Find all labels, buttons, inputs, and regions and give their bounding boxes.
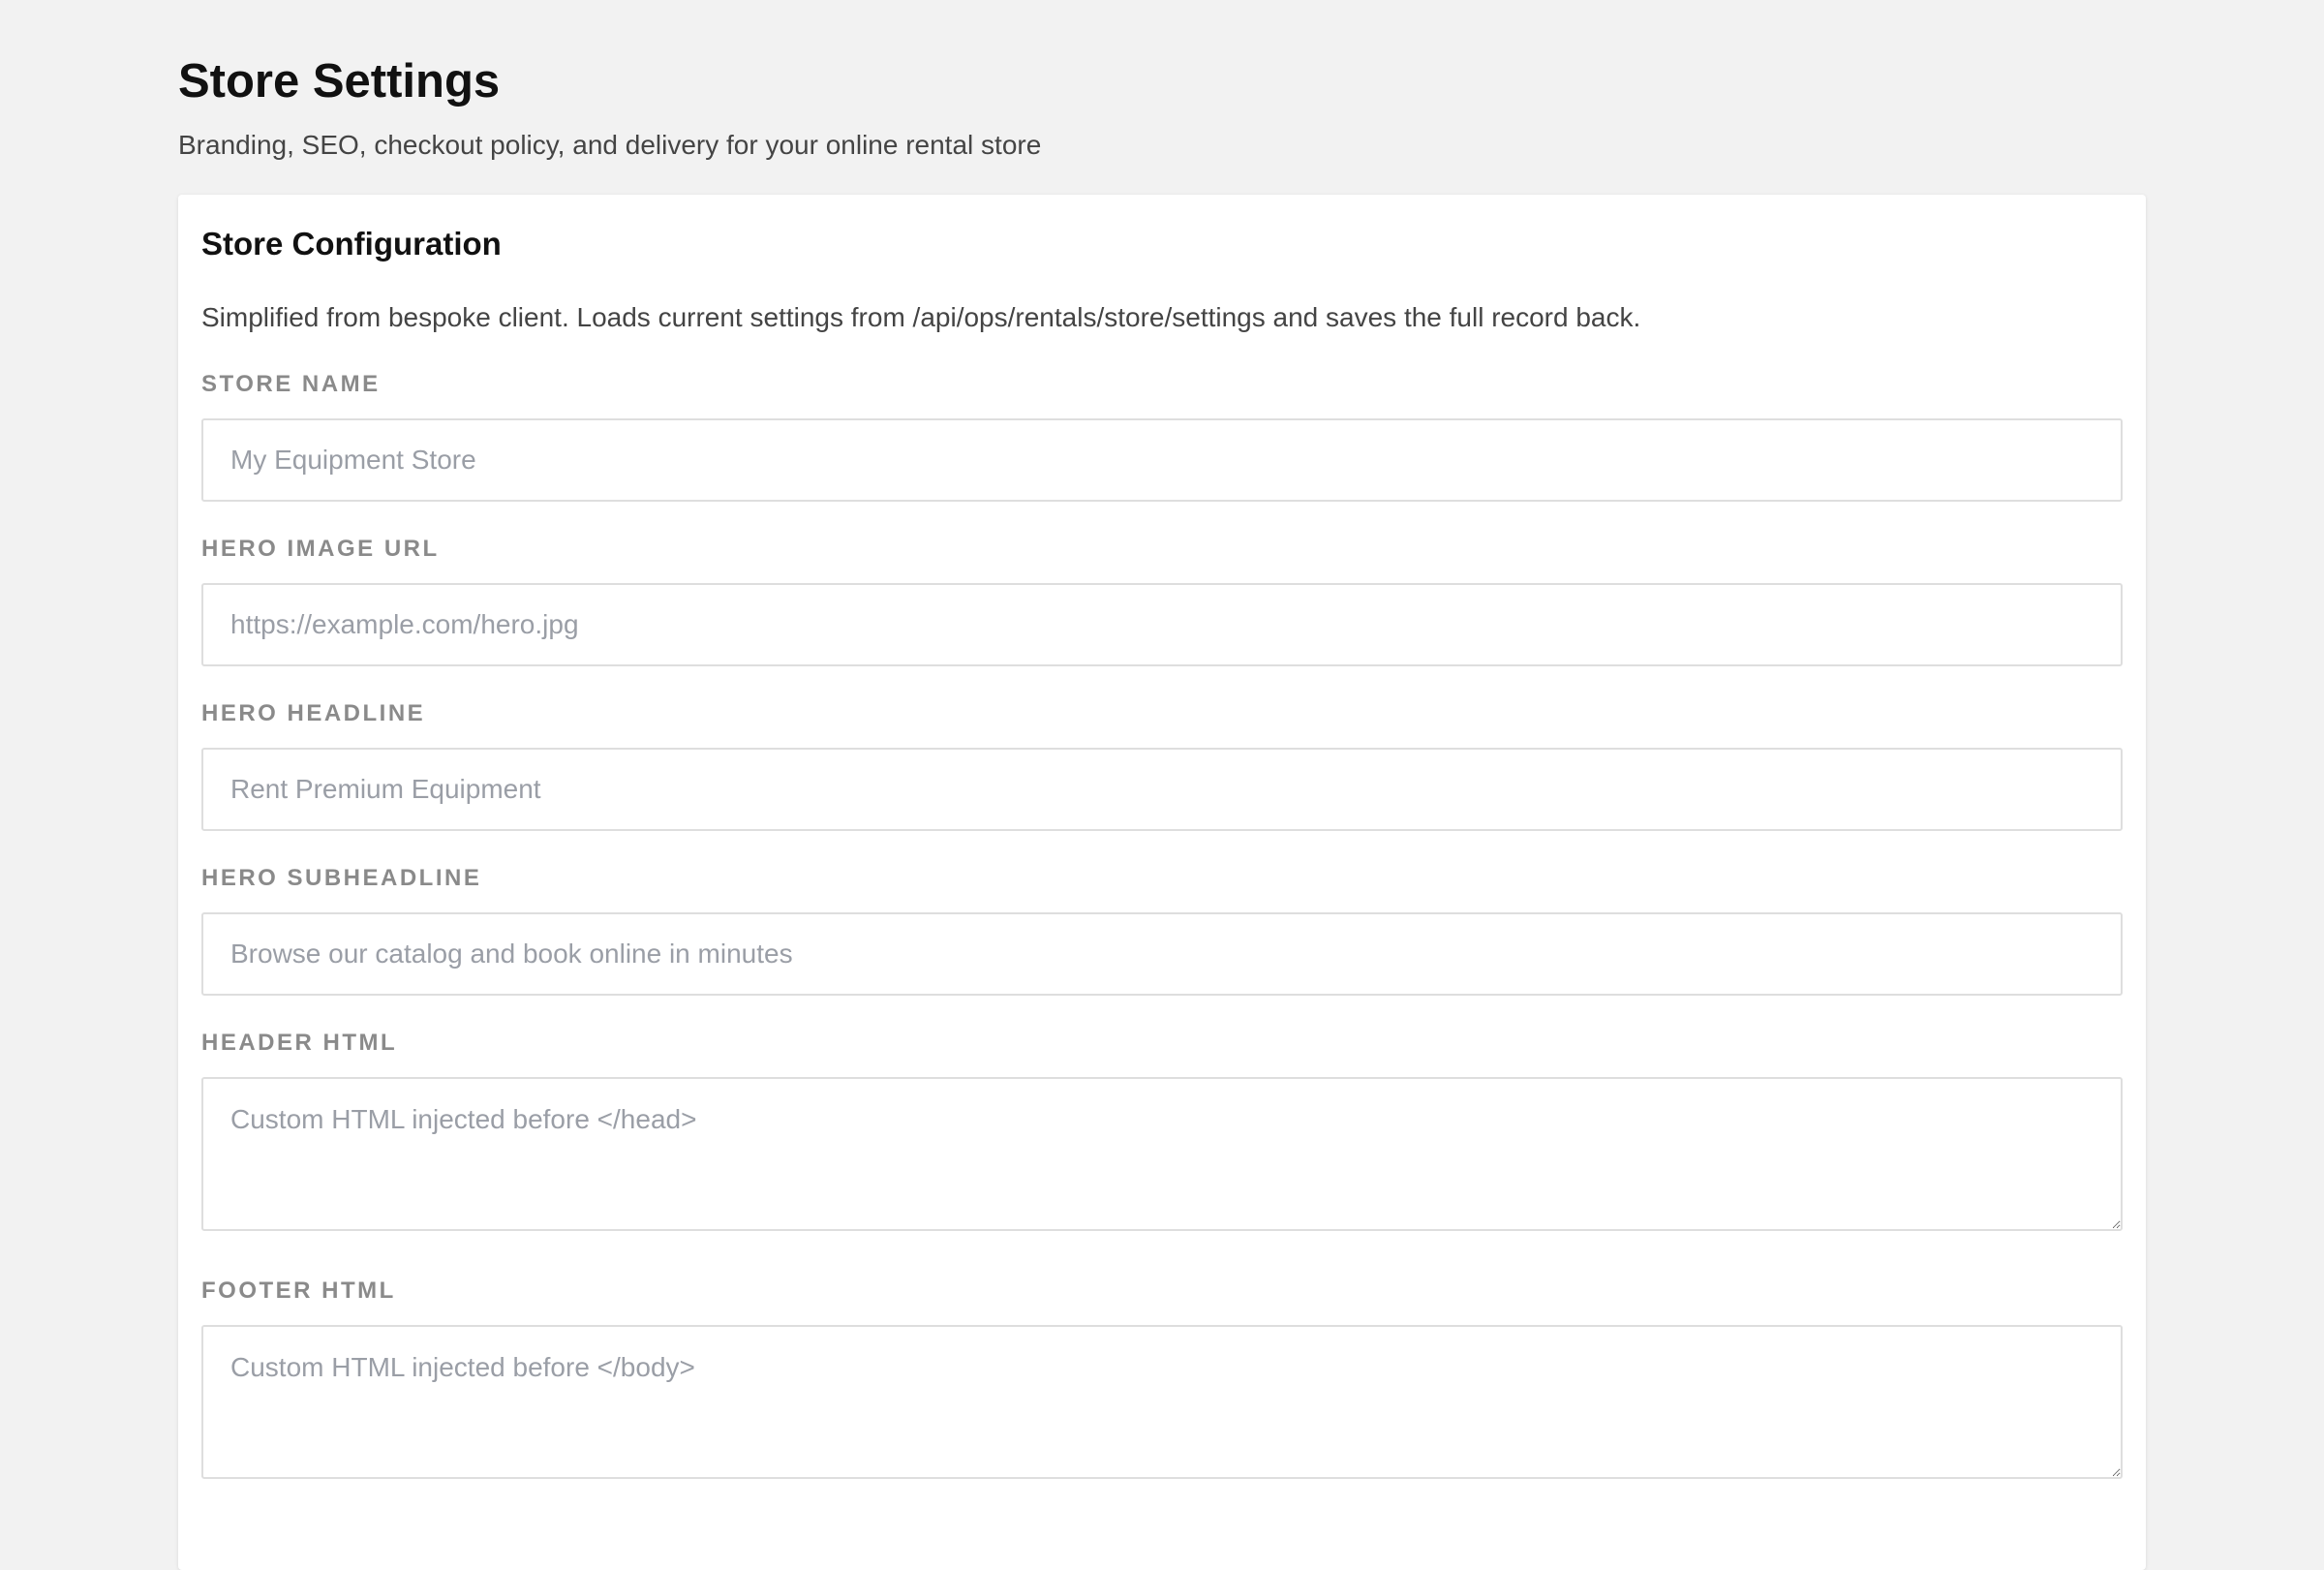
hero-image-url-input[interactable] [201,583,2123,666]
store-name-label: STORE NAME [201,371,381,397]
hero-image-url-label: HERO IMAGE URL [201,536,440,562]
page-subtitle: Branding, SEO, checkout policy, and deli… [178,130,1042,160]
footer-html-label: FOOTER HTML [201,1278,396,1304]
hero-subheadline-label: HERO SUBHEADLINE [201,865,482,891]
header-html-label: HEADER HTML [201,1030,398,1056]
hero-subheadline-input[interactable] [201,912,2123,996]
card-title: Store Configuration [201,226,502,262]
card-description: Simplified from bespoke client. Loads cu… [201,302,1641,332]
header-html-textarea[interactable] [201,1077,2123,1231]
hero-headline-input[interactable] [201,748,2123,831]
footer-html-textarea[interactable] [201,1325,2123,1479]
store-name-input[interactable] [201,418,2123,502]
hero-headline-label: HERO HEADLINE [201,700,426,726]
page-title: Store Settings [178,55,501,108]
